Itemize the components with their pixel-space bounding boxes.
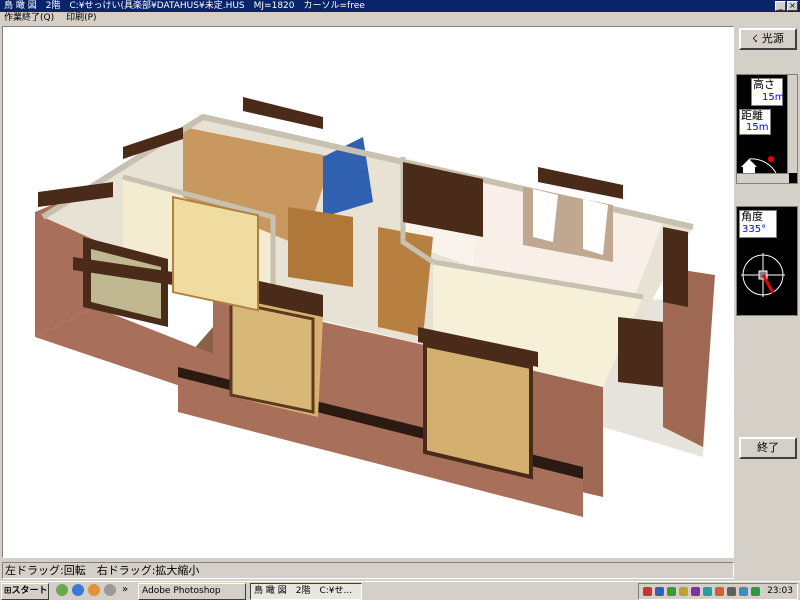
tray-icon[interactable] <box>727 587 736 596</box>
distance-scrollbar[interactable] <box>737 173 789 183</box>
task-photoshop[interactable]: Adobe Photoshop <box>138 583 246 600</box>
distance-value: 15m <box>746 122 769 133</box>
start-label: スタート <box>11 586 48 596</box>
tray-icon[interactable] <box>667 587 676 596</box>
distance-readout: 距離 15m <box>739 109 771 135</box>
clock: 23:03 <box>767 586 793 596</box>
tray-icon[interactable] <box>751 587 760 596</box>
tray-icon[interactable] <box>715 587 724 596</box>
window-title: 鳥 瞰 図 2階 C:¥せっけい(具楽部¥DATAHUS¥未定.HUS MJ=1… <box>4 1 365 11</box>
close-button[interactable]: × <box>787 1 798 11</box>
taskbar: ⊞スタート » Adobe Photoshop 鳥 瞰 図 2階 C:¥せ...… <box>0 581 800 600</box>
minimize-button[interactable]: _ <box>775 1 786 11</box>
angle-value: 335° <box>742 224 767 235</box>
tray-icon[interactable] <box>655 587 664 596</box>
tray-icon[interactable] <box>691 587 700 596</box>
house-3d-render <box>35 97 715 517</box>
compass-dial[interactable] <box>737 241 799 311</box>
birdseye-view-canvas[interactable] <box>2 26 734 558</box>
media-icon[interactable] <box>104 584 116 596</box>
tray-icon[interactable] <box>679 587 688 596</box>
camera-height-distance-control[interactable]: 高さ 15m 距離 15m <box>736 74 798 184</box>
start-button[interactable]: ⊞スタート <box>1 583 49 600</box>
light-source-label: 光源 <box>761 32 784 45</box>
status-bar: 左ドラッグ:回転 右ドラッグ:拡大縮小 <box>2 562 734 579</box>
mail-icon[interactable] <box>88 584 100 596</box>
light-source-button[interactable]: ☇ 光源 <box>739 28 797 50</box>
camera-arc-diagram <box>741 156 778 175</box>
height-scrollbar[interactable] <box>787 75 797 173</box>
task-birdseye[interactable]: 鳥 瞰 図 2階 C:¥せ... <box>250 583 362 600</box>
menu-item-quit[interactable]: 作業終了(Q) <box>4 12 54 25</box>
tray-icon[interactable] <box>739 587 748 596</box>
angle-readout: 角度 335° <box>739 210 777 238</box>
height-value: 15m <box>762 92 785 103</box>
height-label: 高さ <box>753 78 775 91</box>
distance-label: 距離 <box>741 109 763 122</box>
tray-icon[interactable] <box>703 587 712 596</box>
system-tray: 23:03 <box>638 583 798 600</box>
desktop-icon[interactable] <box>56 584 68 596</box>
browser-icon[interactable] <box>72 584 84 596</box>
menu-bar: 作業終了(Q) 印刷(P) <box>0 12 800 25</box>
lamp-icon: ☇ <box>752 34 758 45</box>
windows-logo-icon: ⊞ <box>4 586 12 596</box>
menu-item-print[interactable]: 印刷(P) <box>66 12 96 25</box>
finish-button[interactable]: 終了 <box>739 437 797 459</box>
angle-label: 角度 <box>741 210 763 223</box>
quicklaunch-more[interactable]: » <box>122 584 128 595</box>
height-readout: 高さ 15m <box>751 78 785 106</box>
rotation-angle-control[interactable]: 角度 335° <box>736 206 798 316</box>
tray-icon[interactable] <box>643 587 652 596</box>
title-bar: 鳥 瞰 図 2階 C:¥せっけい(具楽部¥DATAHUS¥未定.HUS MJ=1… <box>0 0 800 12</box>
view-control-panel: ☇ 光源 高さ 15m 距離 15m 角度 335° 終了 <box>736 26 800 558</box>
